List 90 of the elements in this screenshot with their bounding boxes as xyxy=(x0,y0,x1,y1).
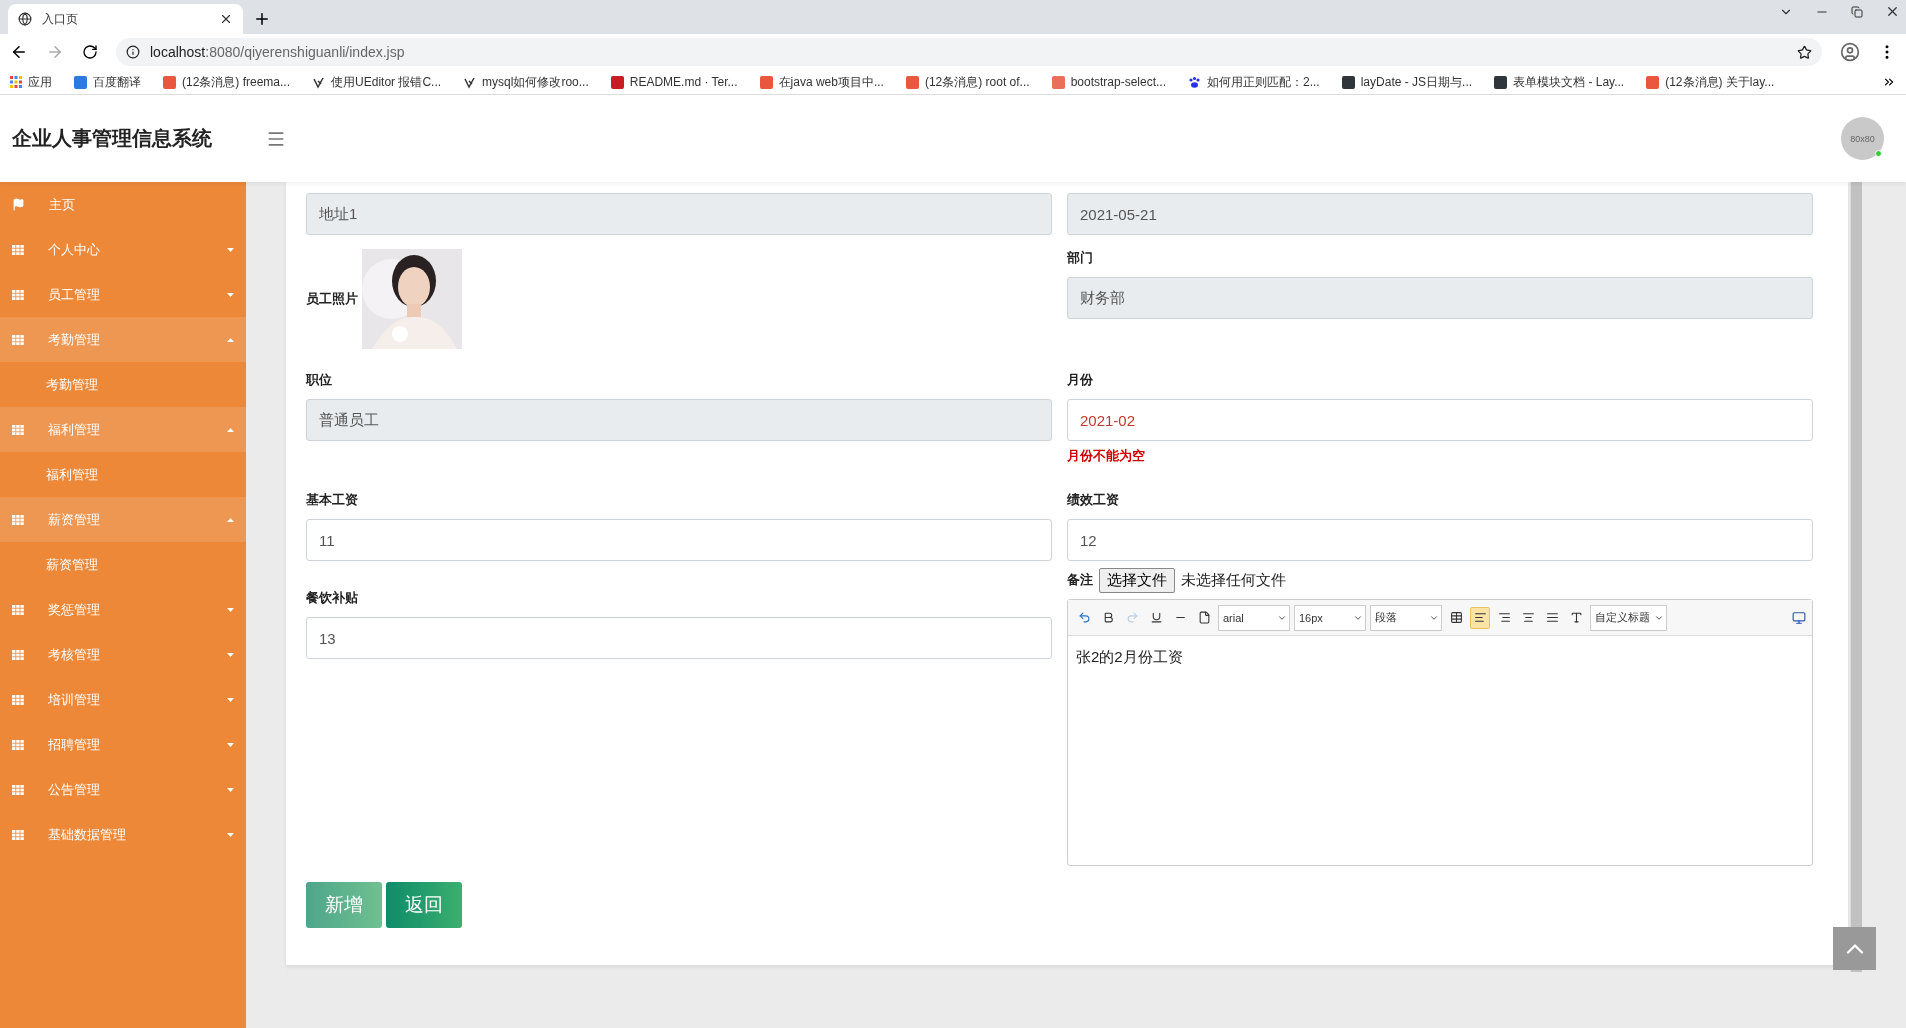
caret-up-icon xyxy=(227,337,234,342)
bookmark[interactable]: (12条消息) 关于lay... xyxy=(1646,73,1775,91)
site-icon xyxy=(74,75,87,89)
paw-icon xyxy=(1188,75,1201,89)
field-label: 餐饮补贴 xyxy=(306,589,359,607)
editor-content[interactable]: 张2的2月份工资 xyxy=(1068,636,1812,679)
c-logo-icon xyxy=(759,75,773,89)
bookmark[interactable]: 如何用正则匹配：2... xyxy=(1188,73,1320,91)
flag-icon xyxy=(12,198,25,211)
grid-icon xyxy=(12,694,24,705)
caret-up-icon xyxy=(227,427,234,432)
monitor-icon[interactable] xyxy=(1792,610,1806,625)
caret-down-icon xyxy=(227,697,234,702)
bookmark[interactable]: layDate - JS日期与... xyxy=(1341,73,1473,91)
choose-file-button[interactable]: 选择文件 xyxy=(1099,567,1175,593)
profile-icon[interactable] xyxy=(1840,42,1860,62)
new-tab-icon[interactable] xyxy=(253,10,271,28)
c-logo-icon xyxy=(1646,75,1660,89)
bookmark[interactable]: bootstrap-select... xyxy=(1051,75,1166,89)
info-icon xyxy=(126,45,140,59)
scrollbar[interactable] xyxy=(1850,182,1862,972)
field-label: 备注 xyxy=(1067,571,1093,589)
grid-icon xyxy=(12,244,24,255)
field-label: 基本工资 xyxy=(306,491,359,509)
caret-down-icon xyxy=(227,247,234,252)
apps-icon xyxy=(10,76,22,88)
close-icon[interactable] xyxy=(219,12,233,26)
grid-icon xyxy=(12,514,24,525)
toolbar-dropdown[interactable]: arial xyxy=(1218,604,1290,631)
toolbar-dropdown[interactable]: 16px xyxy=(1294,604,1366,631)
grid-icon xyxy=(12,649,24,660)
c-logo-icon xyxy=(905,75,919,89)
field-label: 职位 xyxy=(306,371,333,389)
address-bar[interactable]: localhost:8080/qiyerenshiguanli/index.jsp xyxy=(116,38,1822,66)
caret-up-icon xyxy=(227,517,234,522)
ueditor-icon xyxy=(312,75,326,89)
globe-icon xyxy=(18,12,32,26)
back-button[interactable]: 返回 xyxy=(386,882,462,928)
app-title: 企业人事管理信息系统 xyxy=(12,126,213,151)
toolbar-dropdown[interactable]: 自定义标题 xyxy=(1590,604,1667,631)
grid-icon xyxy=(12,334,24,345)
bookmark[interactable]: 应用 xyxy=(10,73,52,91)
caret-down-icon xyxy=(227,742,234,747)
input-field[interactable]: 13 xyxy=(306,617,1052,659)
grid-icon xyxy=(12,739,24,750)
bookmark[interactable]: (12条消息) freema... xyxy=(163,73,291,91)
align-left-icon[interactable] xyxy=(1470,606,1490,629)
close-icon[interactable] xyxy=(1885,4,1900,19)
field-label: 月份 xyxy=(1067,371,1094,389)
star-icon[interactable] xyxy=(1797,44,1812,60)
caret-down-icon xyxy=(227,292,234,297)
bookmark[interactable]: 表单模块文档 - Lay... xyxy=(1494,73,1625,91)
grid-icon xyxy=(12,424,24,435)
restore-icon[interactable] xyxy=(1851,5,1863,18)
url-text: localhost:8080/qiyerenshiguanli/index.jsp xyxy=(150,44,405,60)
site-icon xyxy=(1494,75,1508,89)
caret-down-icon xyxy=(227,832,234,837)
field-label: 绩效工资 xyxy=(1067,491,1120,509)
caret-down-icon xyxy=(227,607,234,612)
site-icon xyxy=(1341,75,1355,89)
c-logo-icon xyxy=(163,75,176,89)
toolbar-dropdown[interactable]: 段落 xyxy=(1370,604,1442,631)
online-dot xyxy=(1875,150,1882,157)
grid-icon xyxy=(12,829,24,840)
grid-icon xyxy=(12,289,24,300)
bookmark[interactable]: (12条消息) root of... xyxy=(905,73,1030,91)
input-field[interactable]: 12 xyxy=(1067,519,1813,561)
caret-down-icon xyxy=(227,652,234,657)
file-status: 未选择任何文件 xyxy=(1181,570,1286,590)
grid-icon xyxy=(12,784,24,795)
back-icon[interactable] xyxy=(10,43,28,61)
site-icon xyxy=(1051,75,1065,89)
field-label: 部门 xyxy=(1067,249,1094,267)
caret-down-icon xyxy=(227,787,234,792)
bookmark[interactable]: 百度翻译 xyxy=(74,73,141,91)
input-field[interactable]: 11 xyxy=(306,519,1052,561)
bookmark[interactable]: 在java web项目中... xyxy=(759,73,884,91)
field-label: 员工照片 xyxy=(306,290,358,308)
bookmark[interactable]: mysql如何修改roo... xyxy=(463,73,589,91)
bookmark[interactable]: README.md · Ter... xyxy=(610,75,738,89)
error-message: 月份不能为空 xyxy=(1067,447,1146,465)
grid-icon xyxy=(12,604,24,615)
reload-icon[interactable] xyxy=(82,44,98,60)
site-icon xyxy=(610,75,624,89)
input-field[interactable]: 2021-02 xyxy=(1067,399,1813,441)
tab-title: 入口页 xyxy=(42,10,79,28)
ueditor-icon xyxy=(463,75,477,89)
browser-tab[interactable]: 入口页 xyxy=(8,4,243,34)
bookmark[interactable]: 使用UEditor 报错C... xyxy=(312,73,442,91)
more-bookmarks-icon[interactable] xyxy=(1882,75,1896,89)
